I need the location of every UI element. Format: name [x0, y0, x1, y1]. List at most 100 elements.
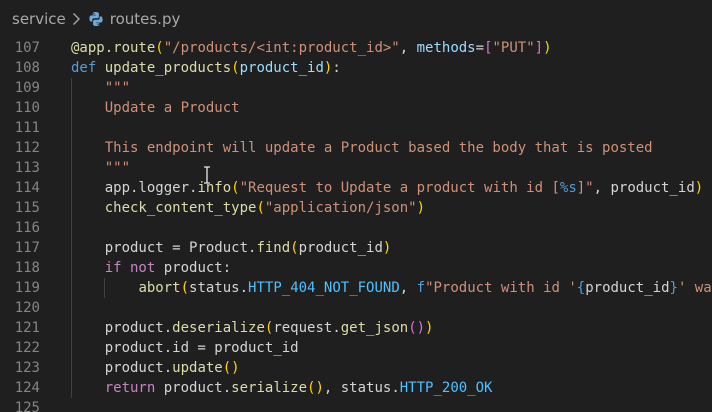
line-number: 118	[14, 260, 40, 276]
line-number: 111	[14, 120, 40, 136]
code-token: HTTP_200_OK	[399, 380, 493, 396]
line-number: 121	[14, 320, 40, 336]
code-token: product.	[71, 320, 173, 336]
code-line[interactable]: 115 check_content_type("application/json…	[0, 198, 712, 218]
code-token: "Product with id '	[425, 280, 577, 296]
code-token: product = Product.	[71, 240, 257, 256]
code-token: update_products	[104, 60, 232, 76]
code-token: product_id	[239, 60, 324, 76]
code-token: "/products/<int:product_id>"	[163, 40, 400, 56]
code-token: ]"	[576, 180, 594, 196]
code-token: HTTP_404_NOT_FOUND	[248, 280, 400, 296]
line-number: 108	[14, 60, 40, 76]
code-token: serialize	[231, 380, 308, 396]
code-line[interactable]: 123 product.update()	[0, 358, 712, 378]
line-number: 124	[14, 380, 40, 396]
code-line[interactable]: 111	[0, 118, 712, 138]
code-token: product.	[163, 380, 232, 396]
code-token: @app.route	[71, 40, 156, 56]
code-text: """	[71, 78, 130, 98]
code-line[interactable]: 120	[0, 298, 712, 318]
code-token: update	[172, 360, 223, 376]
line-number: 117	[14, 240, 40, 256]
code-token: if not	[104, 260, 164, 276]
breadcrumb-folder[interactable]: service	[12, 10, 66, 28]
code-text: product.id = product_id	[71, 338, 299, 358]
code-line[interactable]: 114 app.logger.info("Request to Update a…	[0, 178, 712, 198]
code-line[interactable]: 108 def update_products(product_id):	[0, 58, 712, 78]
breadcrumb: service routes.py	[0, 0, 712, 38]
code-token: """	[71, 160, 131, 176]
indent-guide	[71, 298, 72, 318]
code-token: return	[104, 380, 164, 396]
code-token: ()	[222, 360, 240, 376]
line-number: 119	[14, 280, 40, 296]
code-token: Update a Product	[71, 100, 240, 116]
code-token: :	[332, 60, 341, 76]
indent-guide	[71, 118, 72, 138]
code-token: )	[425, 320, 434, 336]
code-line[interactable]: 109 """	[0, 78, 712, 98]
code-text: product.update()	[71, 358, 240, 378]
code-text: check_content_type("application/json")	[71, 198, 425, 218]
code-token: ' was	[677, 280, 712, 296]
code-token: abort	[138, 280, 181, 296]
line-number: 116	[14, 220, 40, 236]
code-token: {	[576, 280, 586, 296]
code-text: return product.serialize(), status.HTTP_…	[71, 378, 493, 398]
code-token: product.	[71, 360, 173, 376]
code-token: [	[484, 40, 493, 56]
code-line[interactable]: 116	[0, 218, 712, 238]
code-token: "application/json"	[264, 200, 417, 216]
line-number: 107	[14, 40, 40, 56]
code-token: def	[71, 60, 105, 76]
code-token: product_id	[585, 280, 670, 296]
code-token: "Request to Update a product with id [	[239, 180, 560, 196]
line-number: 122	[14, 340, 40, 356]
code-editor[interactable]: 107 @app.route("/products/<int:product_id…	[0, 38, 712, 412]
code-line[interactable]: 121 product.deserialize(request.get_json…	[0, 318, 712, 338]
code-token: (	[231, 60, 240, 76]
code-token: methods	[416, 40, 476, 56]
code-token: )	[543, 40, 552, 56]
code-token: (	[155, 40, 164, 56]
line-number: 112	[14, 140, 40, 156]
chevron-right-icon	[72, 12, 81, 26]
code-text: Update a Product	[71, 98, 240, 118]
line-number: 123	[14, 360, 40, 376]
code-line[interactable]: 112 This endpoint will update a Product …	[0, 138, 712, 158]
code-text: product.deserialize(request.get_json())	[71, 318, 434, 338]
code-token: , product_id	[593, 180, 695, 196]
code-token: )	[382, 240, 392, 256]
code-line[interactable]: 110 Update a Product	[0, 98, 712, 118]
code-line[interactable]: 107 @app.route("/products/<int:product_id…	[0, 38, 712, 58]
code-token: This endpoint will update a Product base…	[71, 140, 653, 156]
code-text: """	[71, 158, 130, 178]
code-token: "PUT"	[492, 40, 535, 56]
code-token: (	[256, 200, 265, 216]
code-token: app.logger.	[71, 180, 198, 196]
code-line[interactable]: 125	[0, 398, 712, 412]
code-token: product_id	[298, 240, 383, 256]
code-line[interactable]: 124 return product.serialize(), status.H…	[0, 378, 712, 398]
code-line[interactable]: 117 product = Product.find(product_id)	[0, 238, 712, 258]
code-line[interactable]: 113 """	[0, 158, 712, 178]
code-token: ,	[399, 280, 417, 296]
code-token: =	[475, 40, 485, 56]
code-line[interactable]: 119 abort(status.HTTP_404_NOT_FOUND, f"P…	[0, 278, 712, 298]
line-number: 125	[14, 400, 40, 412]
code-token: ,	[399, 40, 417, 56]
code-token: }	[669, 280, 678, 296]
code-line[interactable]: 122 product.id = product_id	[0, 338, 712, 358]
indent-guide	[71, 218, 72, 238]
breadcrumb-file[interactable]: routes.py	[110, 10, 181, 28]
code-token: ]	[534, 40, 544, 56]
code-token: (	[180, 280, 190, 296]
code-token: (	[290, 240, 299, 256]
code-text: if not product:	[71, 258, 231, 278]
code-line[interactable]: 118 if not product:	[0, 258, 712, 278]
code-token: product.id = product_id	[71, 340, 299, 356]
